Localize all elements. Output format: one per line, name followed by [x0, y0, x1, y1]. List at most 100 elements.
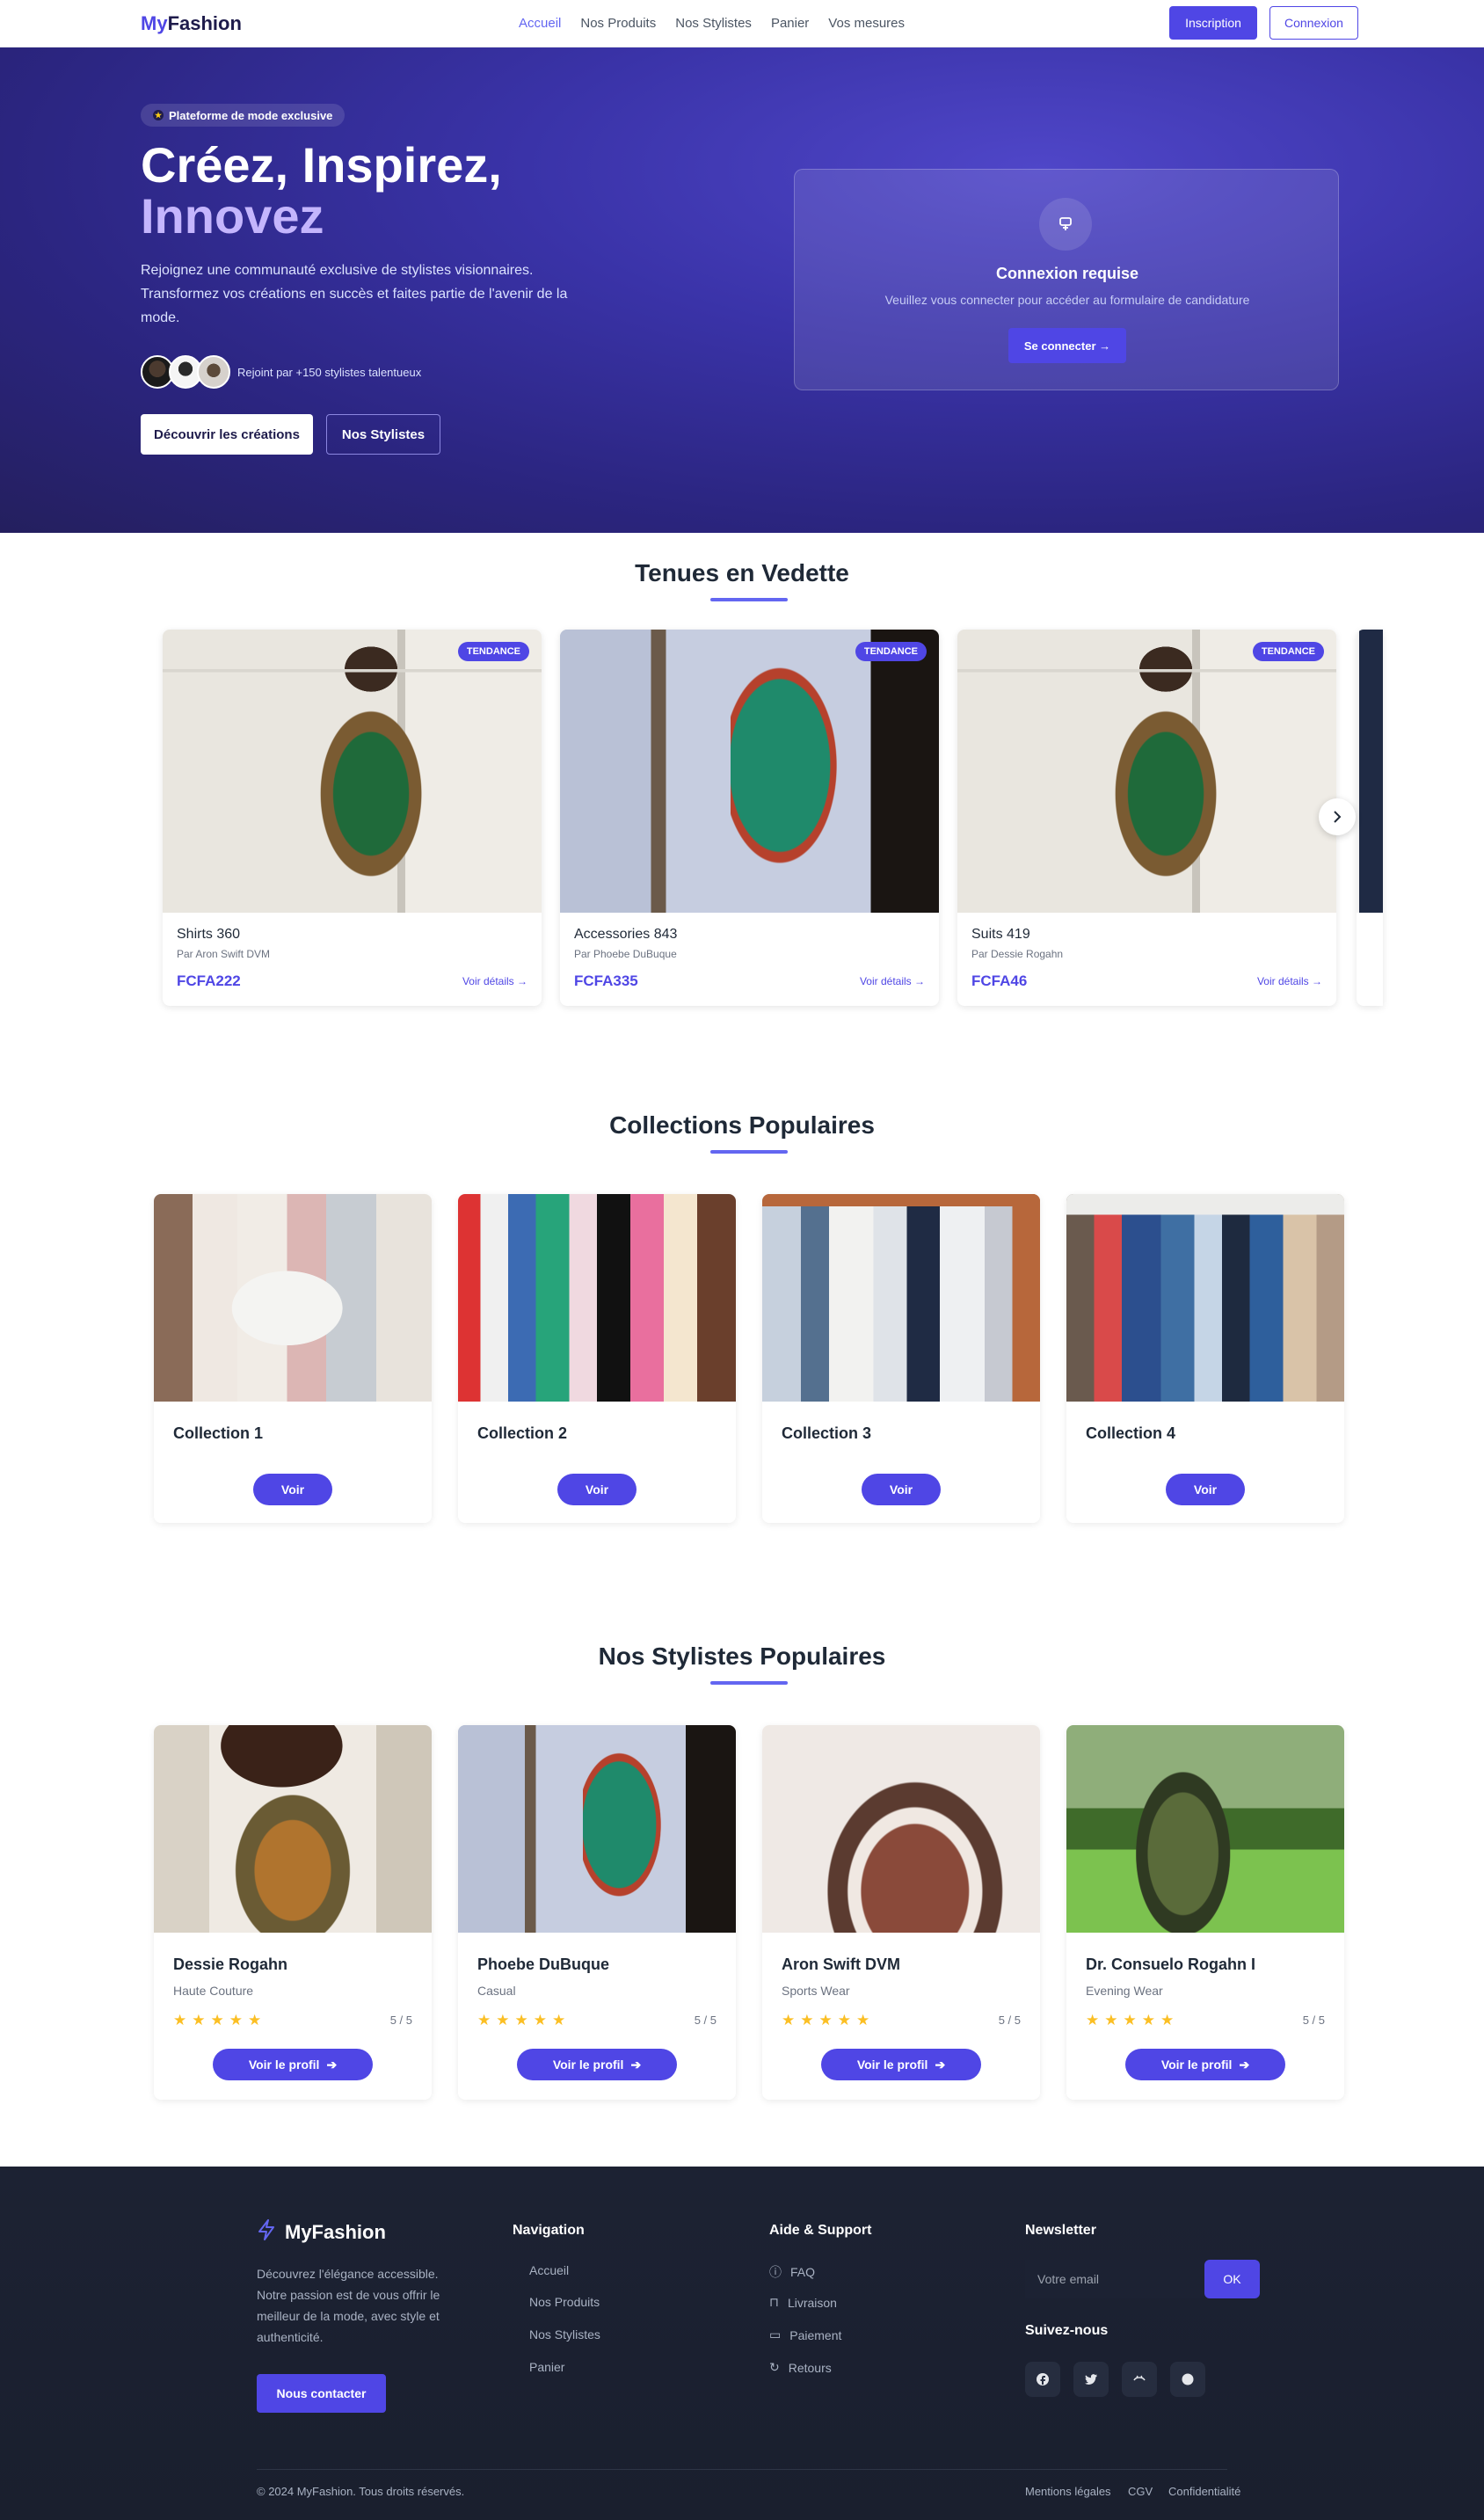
- stylist-card: Phoebe DuBuque Casual ★★★★★ 5 / 5 Voir l…: [458, 1725, 736, 2100]
- navbar: MyFashion Accueil Nos Produits Nos Styli…: [0, 0, 1484, 47]
- footer-description: Découvrez l'élégance accessible. Notre p…: [257, 2267, 440, 2344]
- legal-link-mentions[interactable]: Mentions légales: [1025, 2485, 1111, 2498]
- nav-link-mesures[interactable]: Vos mesures: [828, 16, 905, 31]
- collection-card: Collection 3 Voir: [762, 1194, 1040, 1523]
- footer-link-accueil[interactable]: Accueil: [529, 2263, 569, 2277]
- collection-name: Collection 4: [1086, 1424, 1176, 1442]
- star-rating-icons: ★★★★★: [173, 2012, 267, 2028]
- newsletter-email-input[interactable]: Votre email: [1025, 2260, 1204, 2298]
- product-price: FCFA46: [971, 972, 1028, 989]
- hero-title-line2: Innovez: [141, 188, 324, 244]
- stylist-rating: 5 / 5: [389, 2014, 412, 2027]
- discover-creations-button[interactable]: Découvrir les créations: [141, 414, 313, 455]
- stylist-image: [458, 1725, 736, 1933]
- footer-link-panier[interactable]: Panier: [529, 2360, 564, 2374]
- footer-link-livraison[interactable]: ⊓ Livraison: [769, 2295, 837, 2310]
- brand-logo[interactable]: MyFashion: [141, 12, 242, 35]
- footer-link-retours[interactable]: ↻ Retours: [769, 2360, 832, 2375]
- footer-link-produits[interactable]: Nos Produits: [529, 2295, 600, 2309]
- view-collection-button[interactable]: Voir: [1166, 1474, 1245, 1505]
- footer-brand[interactable]: MyFashion: [257, 2219, 386, 2246]
- view-details-link[interactable]: Voir détails →: [860, 975, 925, 987]
- view-profile-button[interactable]: Voir le profil ➔: [517, 2049, 677, 2080]
- footer-link-faq[interactable]: ⓘ FAQ: [769, 2263, 815, 2281]
- signup-button[interactable]: Inscription: [1169, 6, 1257, 40]
- facebook-icon[interactable]: [1025, 2362, 1060, 2397]
- view-profile-label: Voir le profil: [552, 2058, 624, 2072]
- collection-card: Collection 4 Voir: [1066, 1194, 1344, 1523]
- featured-card[interactable]: TENDANCE Shirts 360 Par Aron Swift DVM F…: [163, 630, 542, 1006]
- brand-logo-suffix: Fashion: [167, 12, 242, 34]
- nav-link-stylistes[interactable]: Nos Stylistes: [675, 16, 752, 31]
- featured-card-partial[interactable]: [1357, 630, 1383, 1006]
- collection-image: [154, 1194, 432, 1402]
- collection-image: [458, 1194, 736, 1402]
- stylist-name: Aron Swift DVM: [782, 1956, 900, 1973]
- lock-icon: ⊓: [769, 2295, 779, 2309]
- twitter-icon[interactable]: [1073, 2362, 1109, 2397]
- product-designer: Par Phoebe DuBuque: [574, 948, 677, 960]
- view-profile-button[interactable]: Voir le profil ➔: [213, 2049, 373, 2080]
- stylist-avatars: [141, 355, 230, 389]
- collection-image: [762, 1194, 1040, 1402]
- view-details-link[interactable]: Voir détails →: [462, 975, 527, 987]
- stylist-specialty: Haute Couture: [173, 1984, 254, 1998]
- featured-title: Tenues en Vedette: [635, 559, 849, 586]
- footer-link-paiement[interactable]: ▭ Paiement: [769, 2327, 841, 2342]
- stylist-rating: 5 / 5: [1302, 2014, 1325, 2027]
- product-price: FCFA335: [574, 972, 638, 989]
- brand-logo-prefix: My: [141, 12, 168, 34]
- pinterest-icon[interactable]: [1170, 2362, 1205, 2397]
- arrow-right-icon: ➔: [935, 2057, 946, 2072]
- view-collection-button[interactable]: Voir: [862, 1474, 941, 1505]
- stylist-name: Dr. Consuelo Rogahn I: [1086, 1956, 1256, 1973]
- copyright-text: © 2024 MyFashion. Tous droits réservés.: [257, 2485, 465, 2498]
- footer-link-paiement-label: Paiement: [789, 2327, 842, 2342]
- newsletter-submit-button[interactable]: OK: [1204, 2260, 1260, 2298]
- featured-title-underline: [710, 598, 788, 601]
- product-name: Accessories 843: [574, 927, 678, 942]
- nav-link-accueil[interactable]: Accueil: [519, 16, 561, 31]
- login-required-card: Connexion requise Veuillez vous connecte…: [794, 169, 1339, 390]
- nav-link-produits[interactable]: Nos Produits: [580, 16, 656, 31]
- contact-us-button[interactable]: Nous contacter: [257, 2374, 386, 2413]
- stylist-image: [1066, 1725, 1344, 1933]
- featured-card[interactable]: TENDANCE Accessories 843 Par Phoebe DuBu…: [560, 630, 939, 1006]
- stylist-card: Dr. Consuelo Rogahn I Evening Wear ★★★★★…: [1066, 1725, 1344, 2100]
- our-stylists-button[interactable]: Nos Stylistes: [326, 414, 440, 455]
- stylist-card: Dessie Rogahn Haute Couture ★★★★★ 5 / 5 …: [154, 1725, 432, 2100]
- hero-badge: ★ Plateforme de mode exclusive: [141, 104, 346, 127]
- login-button[interactable]: Connexion: [1269, 6, 1358, 40]
- product-name: Suits 419: [971, 927, 1030, 942]
- instagram-icon[interactable]: [1122, 2362, 1157, 2397]
- view-profile-button[interactable]: Voir le profil ➔: [821, 2049, 981, 2080]
- footer-link-stylistes[interactable]: Nos Stylistes: [529, 2327, 600, 2342]
- view-collection-button[interactable]: Voir: [557, 1474, 637, 1505]
- login-card-title: Connexion requise: [995, 265, 1139, 282]
- carousel-next-button[interactable]: [1319, 798, 1356, 835]
- stylist-card: Aron Swift DVM Sports Wear ★★★★★ 5 / 5 V…: [762, 1725, 1040, 2100]
- view-details-link[interactable]: Voir détails →: [1257, 975, 1322, 987]
- footer-brand-name: MyFashion: [285, 2221, 386, 2243]
- featured-card[interactable]: TENDANCE Suits 419 Par Dessie Rogahn FCF…: [957, 630, 1336, 1006]
- view-collection-button[interactable]: Voir: [253, 1474, 332, 1505]
- sign-in-button[interactable]: Se connecter →: [1008, 328, 1126, 363]
- collections-title-underline: [710, 1150, 788, 1154]
- stylist-name: Dessie Rogahn: [173, 1956, 288, 1973]
- nav-link-panier[interactable]: Panier: [771, 16, 809, 31]
- arrow-right-icon: ➔: [1239, 2057, 1250, 2072]
- collections-title: Collections Populaires: [609, 1111, 875, 1139]
- footer-link-retours-label: Retours: [788, 2360, 832, 2375]
- legal-link-privacy[interactable]: Confidentialité: [1168, 2485, 1240, 2498]
- refresh-icon: ↻: [769, 2360, 780, 2374]
- legal-link-cgv[interactable]: CGV: [1128, 2485, 1153, 2498]
- view-profile-button[interactable]: Voir le profil ➔: [1125, 2049, 1285, 2080]
- hero-section: ★ Plateforme de mode exclusive Créez, In…: [0, 47, 1484, 533]
- product-image: [1357, 630, 1383, 913]
- stylist-specialty: Casual: [477, 1984, 516, 1998]
- collection-card: Collection 1 Voir: [154, 1194, 432, 1523]
- question-circle-icon: ⓘ: [769, 2265, 782, 2279]
- newsletter-heading: Newsletter: [1025, 2223, 1096, 2238]
- collection-image: [1066, 1194, 1344, 1402]
- chevron-right-icon: [1334, 811, 1342, 823]
